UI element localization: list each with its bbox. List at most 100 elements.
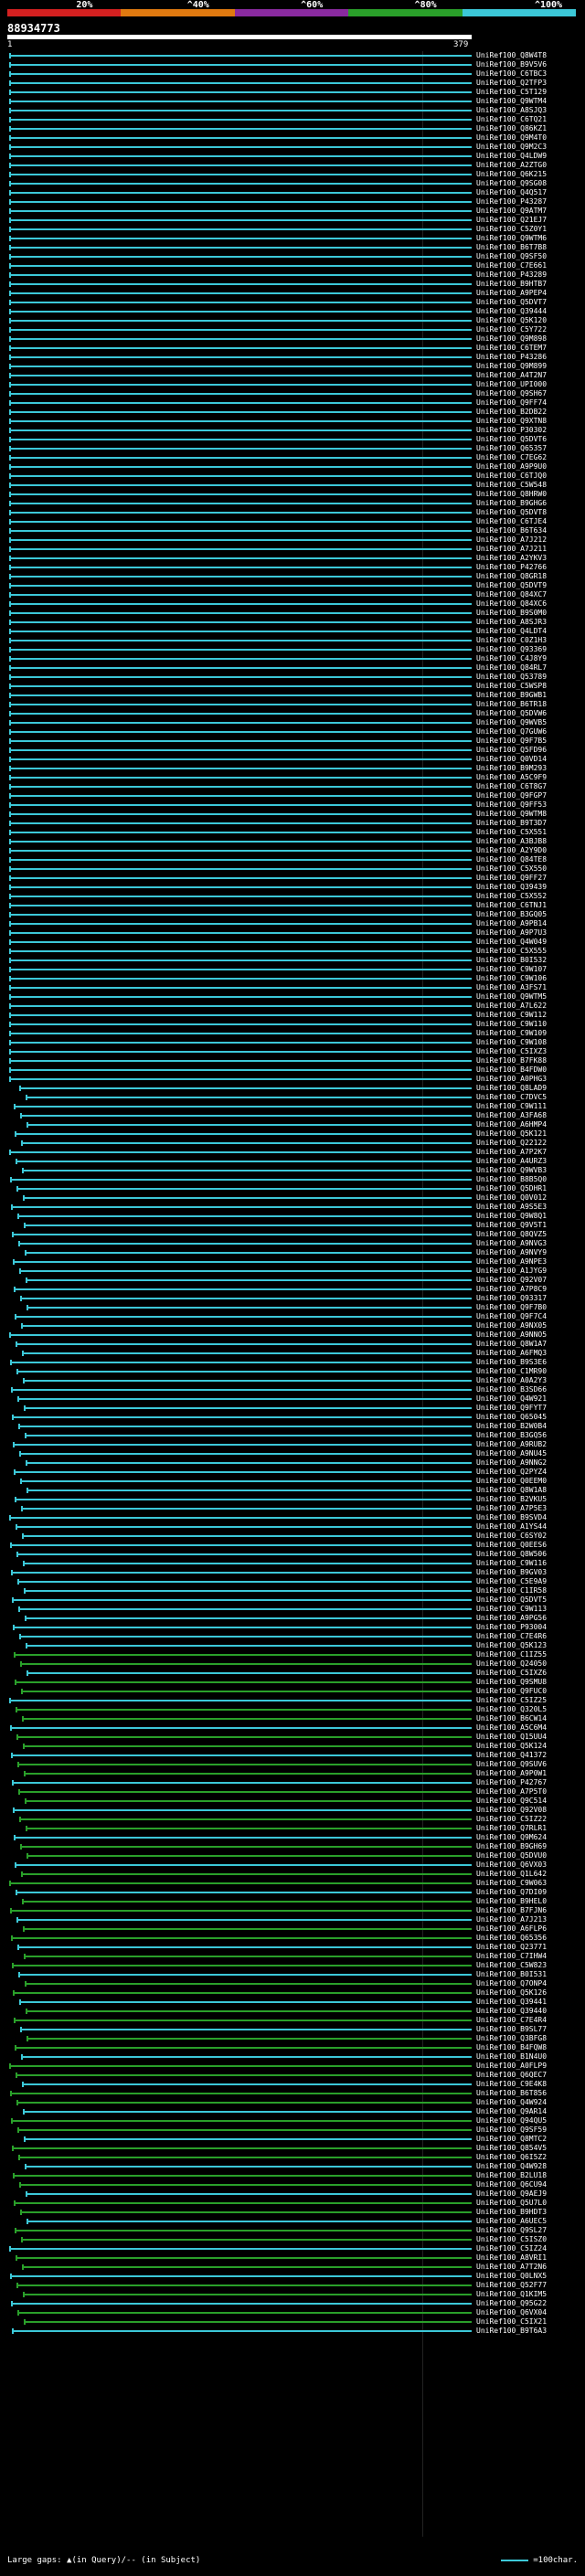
hit-row[interactable]: UniRef100_A4URZ3	[0, 1157, 585, 1166]
hit-row[interactable]: UniRef100_Q9SG08	[0, 179, 585, 188]
hit-row[interactable]: UniRef100_P43289	[0, 270, 585, 280]
hit-row[interactable]: UniRef100_Q23771	[0, 1943, 585, 1952]
hit-row[interactable]: UniRef100_Q5FD96	[0, 746, 585, 755]
hit-row[interactable]: UniRef100_Q93369	[0, 645, 585, 654]
hit-row[interactable]: UniRef100_A2Y9D0	[0, 846, 585, 855]
hit-row[interactable]: UniRef100_Q6VX03	[0, 1860, 585, 1870]
hit-row[interactable]: UniRef100_C9W108	[0, 1038, 585, 1047]
hit-row[interactable]: UniRef100_A0FLP9	[0, 2062, 585, 2071]
hit-row[interactable]: UniRef100_B6TR18	[0, 700, 585, 709]
hit-label[interactable]: UniRef100_A2YKV3	[476, 554, 547, 563]
hit-label[interactable]: UniRef100_Q84XC7	[476, 590, 547, 599]
hit-row[interactable]: UniRef100_Q9FUC0	[0, 1687, 585, 1696]
hit-row[interactable]: UniRef100_Q7GUW6	[0, 727, 585, 737]
hit-label[interactable]: UniRef100_B6T856	[476, 2089, 547, 2098]
hit-label[interactable]: UniRef100_Q9FUC0	[476, 1687, 547, 1696]
hit-row[interactable]: UniRef100_C1IR58	[0, 1586, 585, 1595]
hit-label[interactable]: UniRef100_B2W0B4	[476, 1422, 547, 1431]
hit-row[interactable]: UniRef100_B9S3E6	[0, 1358, 585, 1367]
hit-label[interactable]: UniRef100_P43287	[476, 197, 547, 207]
hit-label[interactable]: UniRef100_Q9FYT7	[476, 1404, 547, 1413]
hit-row[interactable]: UniRef100_B9GV03	[0, 1568, 585, 1577]
hit-label[interactable]: UniRef100_Q24050	[476, 1659, 547, 1669]
hit-row[interactable]: UniRef100_Q9WVB3	[0, 1166, 585, 1175]
hit-label[interactable]: UniRef100_Q3BFG8	[476, 2034, 547, 2043]
hit-row[interactable]: UniRef100_Q5DVT5	[0, 1595, 585, 1605]
hit-label[interactable]: UniRef100_C5IX21	[476, 2317, 547, 2327]
hit-row[interactable]: UniRef100_C9W110	[0, 1020, 585, 1029]
hit-row[interactable]: UniRef100_B2LU18	[0, 2171, 585, 2180]
hit-row[interactable]: UniRef100_Q53789	[0, 673, 585, 682]
hit-row[interactable]: UniRef100_Q9M898	[0, 334, 585, 344]
hit-label[interactable]: UniRef100_A7T2N6	[476, 2263, 547, 2272]
hit-row[interactable]: UniRef100_A9NU45	[0, 1449, 585, 1458]
hit-row[interactable]: UniRef100_A7J211	[0, 545, 585, 554]
hit-label[interactable]: UniRef100_A1JYG9	[476, 1267, 547, 1276]
hit-label[interactable]: UniRef100_A7J211	[476, 545, 547, 554]
hit-label[interactable]: UniRef100_C9W113	[476, 1605, 547, 1614]
hit-row[interactable]: UniRef100_Q5DVT8	[0, 508, 585, 517]
hit-label[interactable]: UniRef100_C5Y722	[476, 325, 547, 334]
hit-label[interactable]: UniRef100_A2Y9D0	[476, 846, 547, 855]
hit-label[interactable]: UniRef100_B9T3D7	[476, 819, 547, 828]
hit-label[interactable]: UniRef100_Q9C514	[476, 1797, 547, 1806]
hit-label[interactable]: UniRef100_A2ZTG0	[476, 161, 547, 170]
hit-row[interactable]: UniRef100_A9PG56	[0, 1614, 585, 1623]
hit-label[interactable]: UniRef100_B3GQ56	[476, 1431, 547, 1440]
hit-label[interactable]: UniRef100_Q5K123	[476, 1641, 547, 1650]
hit-row[interactable]: UniRef100_C7E4R4	[0, 2016, 585, 2025]
hit-row[interactable]: UniRef100_C1MR90	[0, 1367, 585, 1376]
hit-row[interactable]: UniRef100_B9GHG6	[0, 499, 585, 508]
hit-label[interactable]: UniRef100_A0PHG3	[476, 1075, 547, 1084]
hit-label[interactable]: UniRef100_C4J8Y9	[476, 654, 547, 663]
hit-row[interactable]: UniRef100_Q92V07	[0, 1276, 585, 1285]
hit-row[interactable]: UniRef100_Q320L5	[0, 1705, 585, 1714]
hit-row[interactable]: UniRef100_B3SD66	[0, 1385, 585, 1394]
hit-label[interactable]: UniRef100_Q0EEM0	[476, 1477, 547, 1486]
hit-label[interactable]: UniRef100_A5C6M4	[476, 1723, 547, 1733]
hit-row[interactable]: UniRef100_Q4W924	[0, 2098, 585, 2107]
hit-row[interactable]: UniRef100_C5W548	[0, 481, 585, 490]
hit-row[interactable]: UniRef100_Q39444	[0, 307, 585, 316]
hit-label[interactable]: UniRef100_Q39444	[476, 307, 547, 316]
hit-row[interactable]: UniRef100_Q24050	[0, 1659, 585, 1669]
hit-row[interactable]: UniRef100_C9W063	[0, 1879, 585, 1888]
hit-row[interactable]: UniRef100_Q8W4T8	[0, 51, 585, 60]
hit-row[interactable]: UniRef100_Q4LDW9	[0, 152, 585, 161]
hit-row[interactable]: UniRef100_Q6I5Z2	[0, 2153, 585, 2162]
hit-label[interactable]: UniRef100_Q5FD96	[476, 746, 547, 755]
hit-row[interactable]: UniRef100_Q9SF50	[0, 252, 585, 261]
hit-row[interactable]: UniRef100_C9W113	[0, 1605, 585, 1614]
hit-row[interactable]: UniRef100_Q9F7B5	[0, 737, 585, 746]
hit-label[interactable]: UniRef100_Q6K215	[476, 170, 547, 179]
hit-row[interactable]: UniRef100_B2DB22	[0, 408, 585, 417]
hit-row[interactable]: UniRef100_A8SJR3	[0, 618, 585, 627]
hit-label[interactable]: UniRef100_UPI000	[476, 380, 547, 389]
hit-row[interactable]: UniRef100_C5ISZ0	[0, 2235, 585, 2244]
hit-label[interactable]: UniRef100_Q9WTM6	[476, 234, 547, 243]
hit-row[interactable]: UniRef100_Q2PYZ4	[0, 1468, 585, 1477]
hit-row[interactable]: UniRef100_C5Z0Y1	[0, 225, 585, 234]
hit-row[interactable]: UniRef100_A6HMP4	[0, 1120, 585, 1129]
hit-row[interactable]: UniRef100_Q9SMU8	[0, 1678, 585, 1687]
hit-row[interactable]: UniRef100_A9PB14	[0, 919, 585, 928]
hit-row[interactable]: UniRef100_Q9FYT7	[0, 1404, 585, 1413]
hit-label[interactable]: UniRef100_Q9M899	[476, 362, 547, 371]
hit-row[interactable]: UniRef100_A5C6M4	[0, 1723, 585, 1733]
hit-label[interactable]: UniRef100_Q6I5Z2	[476, 2153, 547, 2162]
hit-label[interactable]: UniRef100_Q2TFP3	[476, 79, 547, 88]
hit-row[interactable]: UniRef100_Q0VD14	[0, 755, 585, 764]
hit-row[interactable]: UniRef100_Q93317	[0, 1294, 585, 1303]
hit-row[interactable]: UniRef100_P42766	[0, 563, 585, 572]
hit-label[interactable]: UniRef100_Q2PYZ4	[476, 1468, 547, 1477]
hit-label[interactable]: UniRef100_C5IXZ3	[476, 1047, 547, 1056]
hit-row[interactable]: UniRef100_A7J212	[0, 535, 585, 545]
hit-row[interactable]: UniRef100_C6TQ21	[0, 115, 585, 124]
hit-label[interactable]: UniRef100_B6CW14	[476, 1714, 547, 1723]
hit-label[interactable]: UniRef100_Q9F7B5	[476, 737, 547, 746]
hit-row[interactable]: UniRef100_Q9WTM5	[0, 992, 585, 1002]
hit-row[interactable]: UniRef100_C5W823	[0, 1961, 585, 1970]
hit-row[interactable]: UniRef100_Q65357	[0, 444, 585, 453]
hit-label[interactable]: UniRef100_Q4W924	[476, 2098, 547, 2107]
hit-label[interactable]: UniRef100_Q4Q517	[476, 188, 547, 197]
